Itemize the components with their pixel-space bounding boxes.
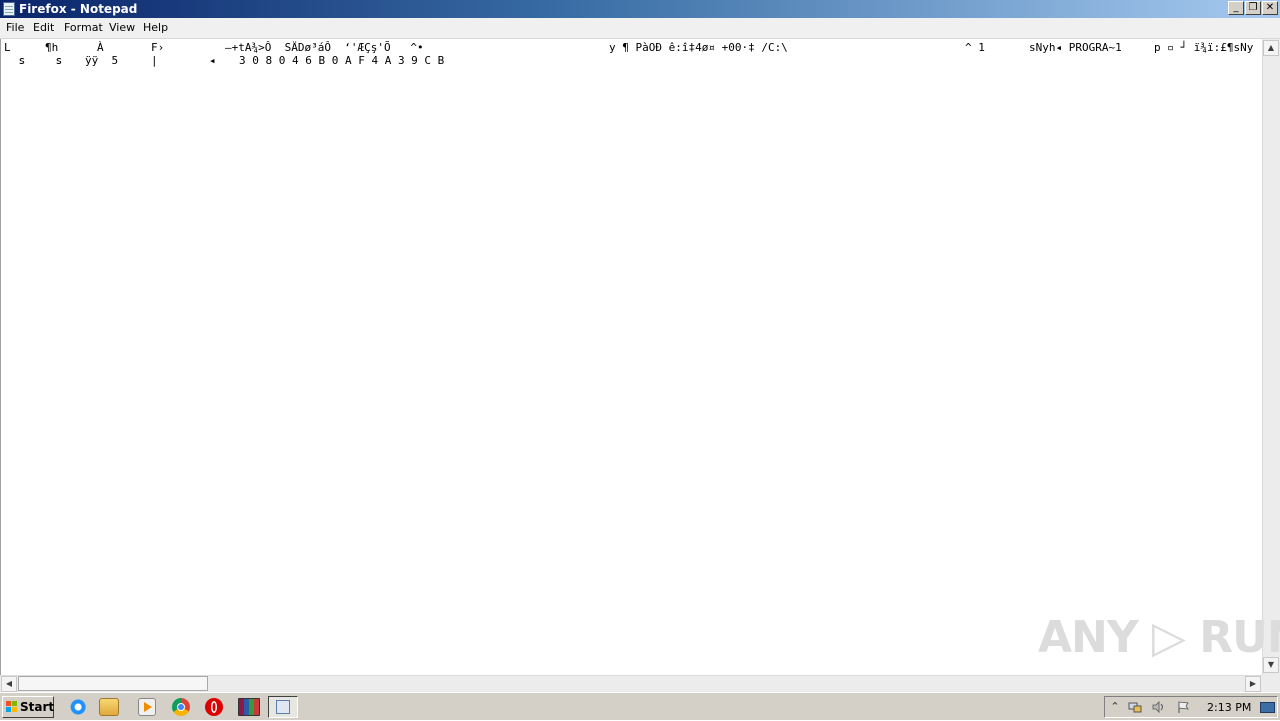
- document-text: ^ 1: [965, 41, 985, 54]
- menu-help[interactable]: Help: [143, 21, 168, 35]
- winrar-icon[interactable]: [238, 698, 260, 716]
- document-text: y ¶ PàOÐ ê:î‡4ø¤ +00·‡ /C:\: [609, 41, 788, 54]
- document-text: ¶h: [45, 41, 59, 54]
- close-button[interactable]: ✕: [1262, 1, 1278, 15]
- document-text: À: [97, 41, 104, 54]
- vertical-scrollbar[interactable]: ▲ ▼: [1262, 39, 1280, 675]
- document-text: ꜱ: [56, 54, 62, 67]
- document-text: ÿÿ 5: [85, 54, 119, 67]
- document-text: 3 0 8 0 4 6 B 0 A F 4 A 3 9 C B: [239, 54, 445, 67]
- media-player-icon[interactable]: [138, 698, 156, 716]
- document-text: F›: [151, 41, 165, 54]
- opera-icon[interactable]: [205, 698, 223, 716]
- document-text: ◂: [209, 54, 216, 67]
- system-clock[interactable]: 2:13 PM: [1207, 701, 1251, 714]
- notepad-icon: [276, 700, 290, 714]
- document-text: ꜱ: [19, 54, 25, 67]
- title-bar[interactable]: Firefox - Notepad _ ❐ ✕: [0, 0, 1280, 18]
- anyrun-watermark: ANY ▷ RUN: [1038, 612, 1280, 663]
- document-text: p ▫ ┘ ï¾ï:£¶sNy: [1154, 41, 1254, 54]
- menu-view[interactable]: View: [109, 21, 135, 35]
- show-hidden-icons-button[interactable]: ⌃: [1108, 701, 1122, 713]
- scroll-left-button[interactable]: ◀: [1, 676, 17, 692]
- document-text: |: [151, 54, 158, 67]
- show-desktop-icon[interactable]: [1260, 702, 1275, 713]
- network-icon[interactable]: [1128, 701, 1142, 713]
- notepad-icon: [3, 2, 15, 16]
- scroll-thumb[interactable]: [18, 676, 208, 691]
- menu-bar: File Edit Format View Help: [0, 18, 1280, 39]
- start-button[interactable]: Start: [2, 696, 54, 718]
- menu-file[interactable]: File: [6, 21, 24, 35]
- action-center-flag-icon[interactable]: [1177, 701, 1191, 713]
- start-label: Start: [20, 700, 55, 714]
- chrome-icon[interactable]: [172, 698, 190, 716]
- text-editor[interactable]: L ¶h À F› —+tA¾>Ô SÄDø³áÔ ‘'ÆÇş'Õ ^• y ¶…: [0, 39, 1262, 675]
- scroll-right-button[interactable]: ▶: [1245, 676, 1261, 692]
- volume-icon[interactable]: [1152, 701, 1166, 713]
- document-text: —+tA¾>Ô SÄDø³áÔ ‘'ÆÇş'Õ ^•: [225, 41, 424, 54]
- document-text: L: [4, 41, 11, 54]
- windows-logo-icon: [6, 701, 17, 712]
- taskbar: Start ⌃ 2:13 PM: [0, 692, 1280, 720]
- maximize-button[interactable]: ❐: [1245, 1, 1261, 15]
- menu-edit[interactable]: Edit: [33, 21, 54, 35]
- scroll-up-button[interactable]: ▲: [1263, 40, 1279, 56]
- file-explorer-icon[interactable]: [99, 698, 119, 716]
- minimize-button[interactable]: _: [1228, 1, 1244, 15]
- taskbar-item-notepad[interactable]: [268, 696, 298, 718]
- scrollbar-corner: [1262, 675, 1280, 692]
- window-title: Firefox - Notepad: [19, 2, 138, 16]
- internet-explorer-icon[interactable]: [70, 698, 88, 716]
- horizontal-scrollbar[interactable]: ◀ ▶: [0, 675, 1262, 692]
- document-text: sNyh◂ PROGRA~1: [1029, 41, 1122, 54]
- menu-format[interactable]: Format: [64, 21, 103, 35]
